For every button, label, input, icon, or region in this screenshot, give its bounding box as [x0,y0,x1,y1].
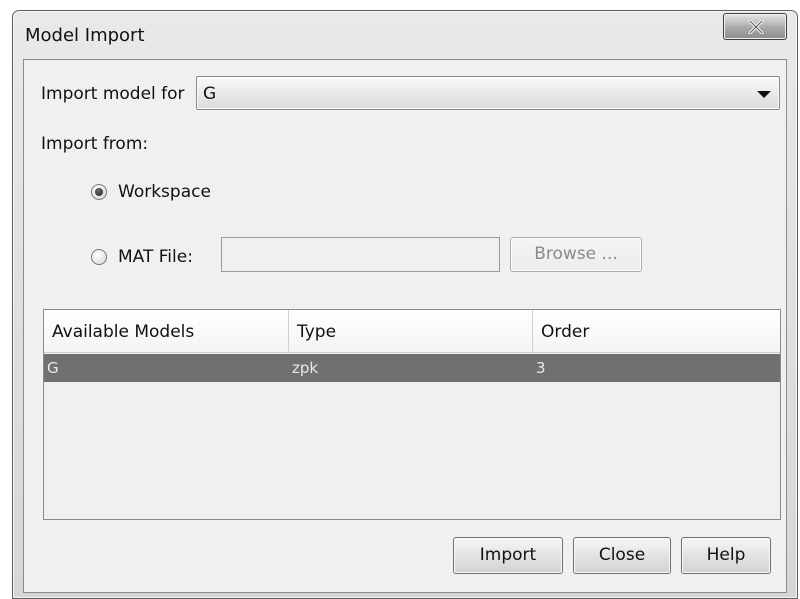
import-model-for-label: Import model for [41,84,185,104]
title-bar[interactable]: Model Import [13,11,797,57]
close-button[interactable]: Close [573,537,671,574]
mat-file-radio-label[interactable]: MAT File: [118,247,193,267]
cell-model-name: G [47,359,59,377]
dialog-content: Import model for G Import from: Workspac… [23,59,787,593]
import-model-for-value: G [203,84,217,104]
workspace-radio-label[interactable]: Workspace [118,182,211,202]
import-button[interactable]: Import [453,537,563,574]
cell-model-order: 3 [536,359,546,377]
window-title: Model Import [25,25,145,46]
column-header-available-models[interactable]: Available Models [44,310,289,352]
import-from-label: Import from: [41,134,149,154]
table-row[interactable]: G zpk 3 [44,354,780,382]
column-header-type[interactable]: Type [289,310,533,352]
table-header: Available Models Type Order [44,310,780,353]
available-models-table: Available Models Type Order G zpk 3 [43,309,781,520]
workspace-radio[interactable] [91,184,107,200]
window-close-button[interactable] [723,13,787,40]
mat-file-radio[interactable] [91,249,107,265]
browse-button[interactable]: Browse ... [510,237,642,272]
import-model-for-dropdown[interactable]: G [196,76,780,110]
help-button[interactable]: Help [681,537,771,574]
model-import-window: Model Import Import model for G Import f… [12,10,798,599]
chevron-down-icon [757,91,771,98]
column-header-order[interactable]: Order [533,310,780,352]
cell-model-type: zpk [292,359,319,377]
mat-file-input[interactable] [221,237,500,272]
close-icon [748,20,764,34]
